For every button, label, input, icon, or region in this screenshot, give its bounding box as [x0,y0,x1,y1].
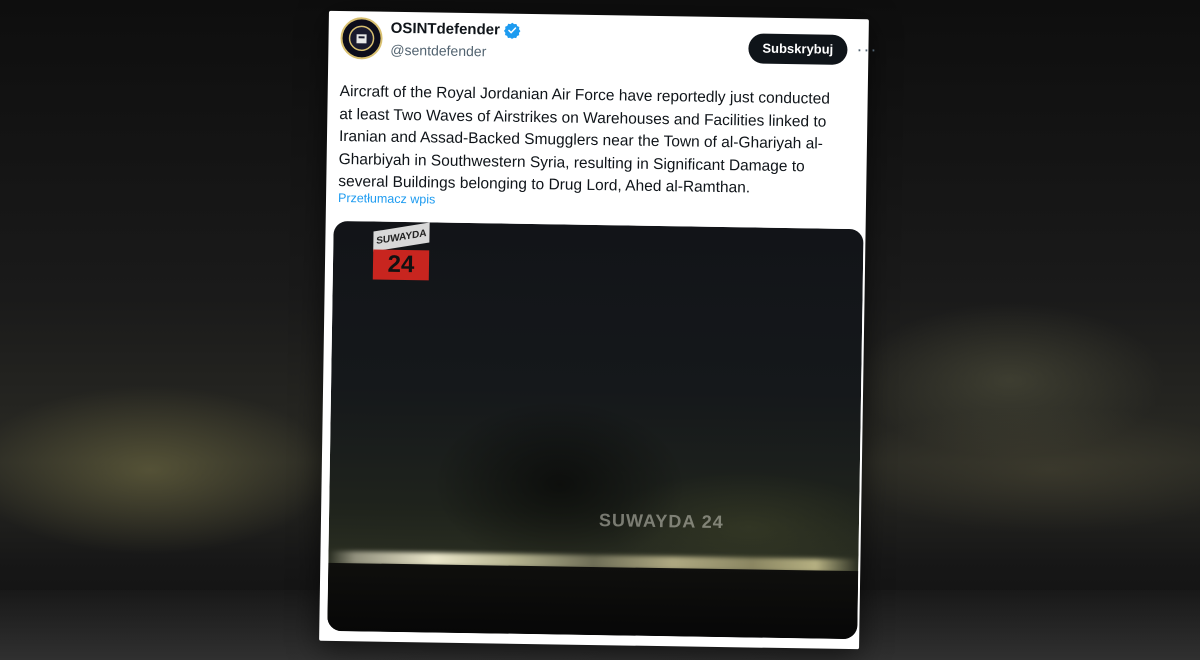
suwayda24-logo: SUWAYDA 24 [372,222,430,281]
logo-top-text: SUWAYDA [373,222,430,252]
author-handle[interactable]: @sentdefender [390,42,486,60]
avatar-emblem-icon [348,25,375,52]
post-text: Aircraft of the Royal Jordanian Air Forc… [338,82,831,197]
video-watermark: SUWAYDA 24 [598,510,724,533]
verified-badge-icon [504,22,521,39]
avatar[interactable] [340,16,383,60]
author-name-row[interactable]: OSINTdefender [391,20,521,39]
more-options-icon[interactable]: ··· [856,39,877,60]
post-media-image[interactable]: SUWAYDA 24 SUWAYDA 24 [327,220,864,640]
post-card: OSINTdefender @sentdefender Subskrybuj ·… [319,10,878,650]
dark-ground [327,562,859,640]
translate-link[interactable]: Przetłumacz wpis [338,191,435,207]
logo-number: 24 [372,249,430,281]
subscribe-button[interactable]: Subskrybuj [748,33,848,65]
author-name[interactable]: OSINTdefender [391,20,500,39]
